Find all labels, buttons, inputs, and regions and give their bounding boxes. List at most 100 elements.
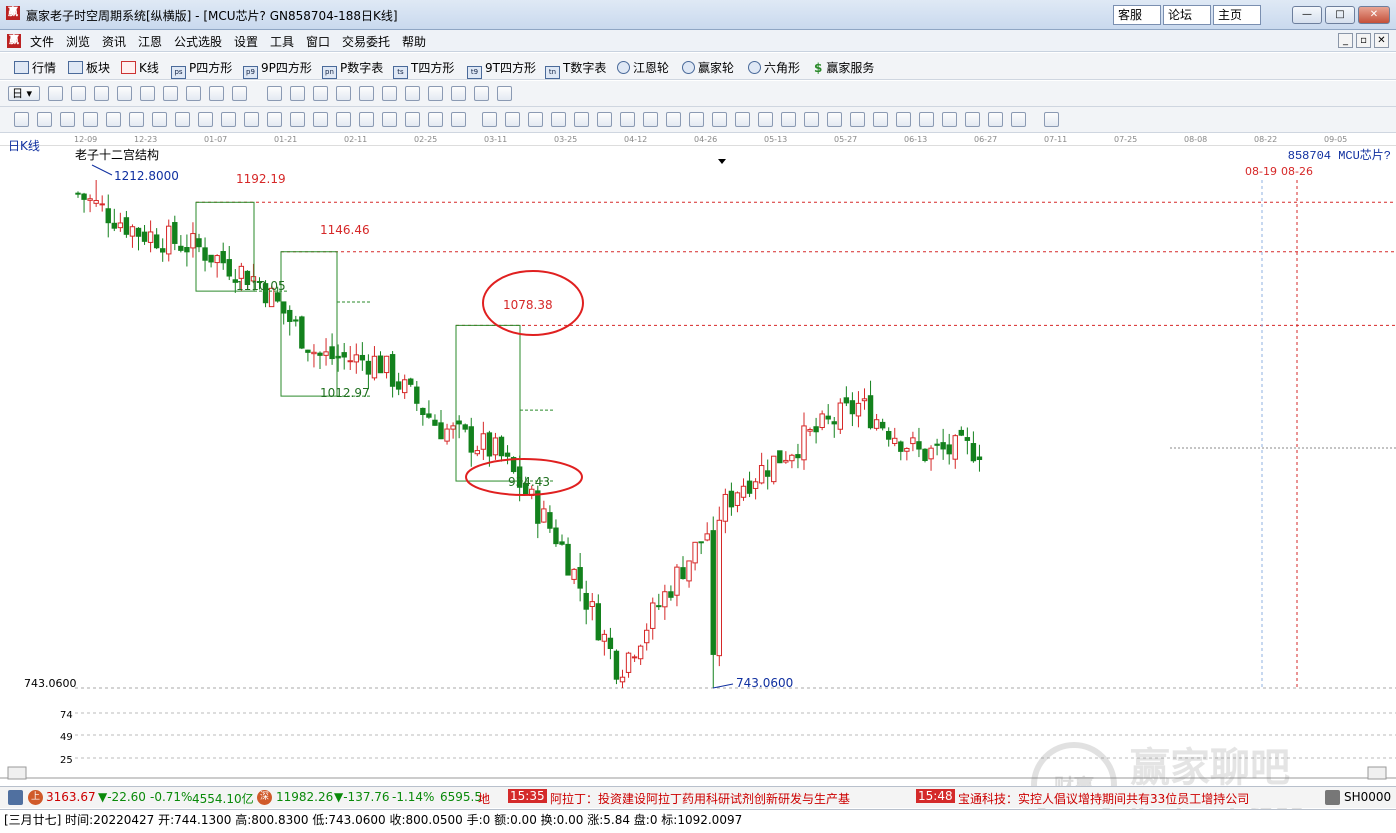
grid-icon[interactable] xyxy=(8,790,23,805)
toolbar-winner-service[interactable]: $ 赢家服务 xyxy=(814,59,874,76)
analysis-tool-icon[interactable] xyxy=(198,112,213,127)
analysis-tool-icon[interactable] xyxy=(129,112,144,127)
forum-link[interactable]: 论坛 xyxy=(1163,5,1211,25)
draw-tool-icon[interactable] xyxy=(290,86,305,101)
kline-chart[interactable]: 日K线 老子十二宫结构 858704 MCU芯片? 1212.8000 743.… xyxy=(0,135,1396,782)
analysis-tool-icon[interactable] xyxy=(1044,112,1059,127)
toolbar-t-square[interactable]: ts T四方形 xyxy=(393,59,454,79)
analysis-tool-icon[interactable] xyxy=(37,112,52,127)
analysis-tool-icon[interactable] xyxy=(267,112,282,127)
analysis-tool-icon[interactable] xyxy=(451,112,466,127)
menu-tools[interactable]: 工具 xyxy=(270,33,294,50)
ticker-toggle-icon[interactable] xyxy=(1325,790,1340,805)
analysis-tool-icon[interactable] xyxy=(712,112,727,127)
analysis-tool-icon[interactable] xyxy=(919,112,934,127)
menu-browse[interactable]: 浏览 xyxy=(66,33,90,50)
draw-tool-icon[interactable] xyxy=(382,86,397,101)
toolbar-t-number-table[interactable]: tn T数字表 xyxy=(545,59,606,79)
draw-tool-icon[interactable] xyxy=(428,86,443,101)
draw-tool-icon[interactable] xyxy=(140,86,155,101)
draw-tool-icon[interactable] xyxy=(451,86,466,101)
analysis-tool-icon[interactable] xyxy=(14,112,29,127)
analysis-tool-icon[interactable] xyxy=(83,112,98,127)
menu-file[interactable]: 文件 xyxy=(30,33,54,50)
mdi-restore-button[interactable]: ▫ xyxy=(1356,33,1371,48)
analysis-tool-icon[interactable] xyxy=(643,112,658,127)
customer-service-link[interactable]: 客服 xyxy=(1113,5,1161,25)
draw-tool-icon[interactable] xyxy=(232,86,247,101)
analysis-tool-icon[interactable] xyxy=(175,112,190,127)
analysis-tool-icon[interactable] xyxy=(827,112,842,127)
analysis-tool-icon[interactable] xyxy=(152,112,167,127)
toolbar-gann-wheel[interactable]: 江恩轮 xyxy=(617,59,669,76)
analysis-tool-icon[interactable] xyxy=(482,112,497,127)
analysis-tool-icon[interactable] xyxy=(551,112,566,127)
analysis-tool-icon[interactable] xyxy=(336,112,351,127)
news-item[interactable]: 阿拉丁：投资建设阿拉丁药用科研试剂创新研发与生产基 xyxy=(550,790,850,807)
analysis-tool-icon[interactable] xyxy=(1011,112,1026,127)
analysis-tool-icon[interactable] xyxy=(382,112,397,127)
close-button[interactable]: ✕ xyxy=(1358,6,1390,24)
analysis-tool-icon[interactable] xyxy=(597,112,612,127)
draw-tool-icon[interactable] xyxy=(405,86,420,101)
analysis-tool-icon[interactable] xyxy=(60,112,75,127)
toolbar-p-number-table[interactable]: pn P数字表 xyxy=(322,59,383,79)
menu-logo-icon[interactable]: 赢 xyxy=(7,34,21,48)
analysis-tool-icon[interactable] xyxy=(290,112,305,127)
toolbar-9t-square[interactable]: t9 9T四方形 xyxy=(467,59,536,79)
analysis-tool-icon[interactable] xyxy=(244,112,259,127)
analysis-tool-icon[interactable] xyxy=(528,112,543,127)
draw-tool-icon[interactable] xyxy=(474,86,489,101)
analysis-tool-icon[interactable] xyxy=(850,112,865,127)
menu-gann[interactable]: 江恩 xyxy=(138,33,162,50)
analysis-tool-icon[interactable] xyxy=(505,112,520,127)
toolbar-p-square[interactable]: ps P四方形 xyxy=(171,59,232,79)
mdi-minimize-button[interactable]: _ xyxy=(1338,33,1353,48)
menu-info[interactable]: 资讯 xyxy=(102,33,126,50)
menu-window[interactable]: 窗口 xyxy=(306,33,330,50)
analysis-tool-icon[interactable] xyxy=(221,112,236,127)
analysis-tool-icon[interactable] xyxy=(405,112,420,127)
minimize-button[interactable]: — xyxy=(1292,6,1322,24)
analysis-tool-icon[interactable] xyxy=(758,112,773,127)
analysis-tool-icon[interactable] xyxy=(965,112,980,127)
draw-tool-icon[interactable] xyxy=(267,86,282,101)
analysis-tool-icon[interactable] xyxy=(896,112,911,127)
analysis-tool-icon[interactable] xyxy=(574,112,589,127)
analysis-tool-icon[interactable] xyxy=(804,112,819,127)
menu-trade[interactable]: 交易委托 xyxy=(342,33,390,50)
mdi-close-button[interactable]: ✕ xyxy=(1374,33,1389,48)
toolbar-winner-wheel[interactable]: 赢家轮 xyxy=(682,59,734,76)
analysis-tool-icon[interactable] xyxy=(106,112,121,127)
kline-chart-svg[interactable]: 日K线 老子十二宫结构 858704 MCU芯片? 1212.8000 743.… xyxy=(0,135,1396,782)
draw-tool-icon[interactable] xyxy=(48,86,63,101)
draw-tool-icon[interactable] xyxy=(497,86,512,101)
analysis-tool-icon[interactable] xyxy=(359,112,374,127)
toolbar-kline[interactable]: K线 xyxy=(121,59,159,76)
analysis-tool-icon[interactable] xyxy=(781,112,796,127)
toolbar-sectors[interactable]: 板块 xyxy=(68,59,110,76)
analysis-tool-icon[interactable] xyxy=(735,112,750,127)
analysis-tool-icon[interactable] xyxy=(313,112,328,127)
draw-tool-icon[interactable] xyxy=(313,86,328,101)
menu-settings[interactable]: 设置 xyxy=(234,33,258,50)
draw-tool-icon[interactable] xyxy=(359,86,374,101)
analysis-tool-icon[interactable] xyxy=(988,112,1003,127)
analysis-tool-icon[interactable] xyxy=(689,112,704,127)
period-selector[interactable]: 日 ▾ xyxy=(8,86,40,101)
analysis-tool-icon[interactable] xyxy=(428,112,443,127)
draw-tool-icon[interactable] xyxy=(163,86,178,101)
homepage-link[interactable]: 主页 xyxy=(1213,5,1261,25)
analysis-tool-icon[interactable] xyxy=(873,112,888,127)
analysis-tool-icon[interactable] xyxy=(942,112,957,127)
menu-help[interactable]: 帮助 xyxy=(402,33,426,50)
toolbar-9p-square[interactable]: p9 9P四方形 xyxy=(243,59,312,79)
maximize-button[interactable]: □ xyxy=(1325,6,1355,24)
news-item[interactable]: 宝通科技：实控人倡议增持期间共有33位员工增持公司 xyxy=(958,790,1249,807)
draw-tool-icon[interactable] xyxy=(71,86,86,101)
draw-tool-icon[interactable] xyxy=(186,86,201,101)
draw-tool-icon[interactable] xyxy=(117,86,132,101)
analysis-tool-icon[interactable] xyxy=(666,112,681,127)
draw-tool-icon[interactable] xyxy=(336,86,351,101)
draw-tool-icon[interactable] xyxy=(94,86,109,101)
